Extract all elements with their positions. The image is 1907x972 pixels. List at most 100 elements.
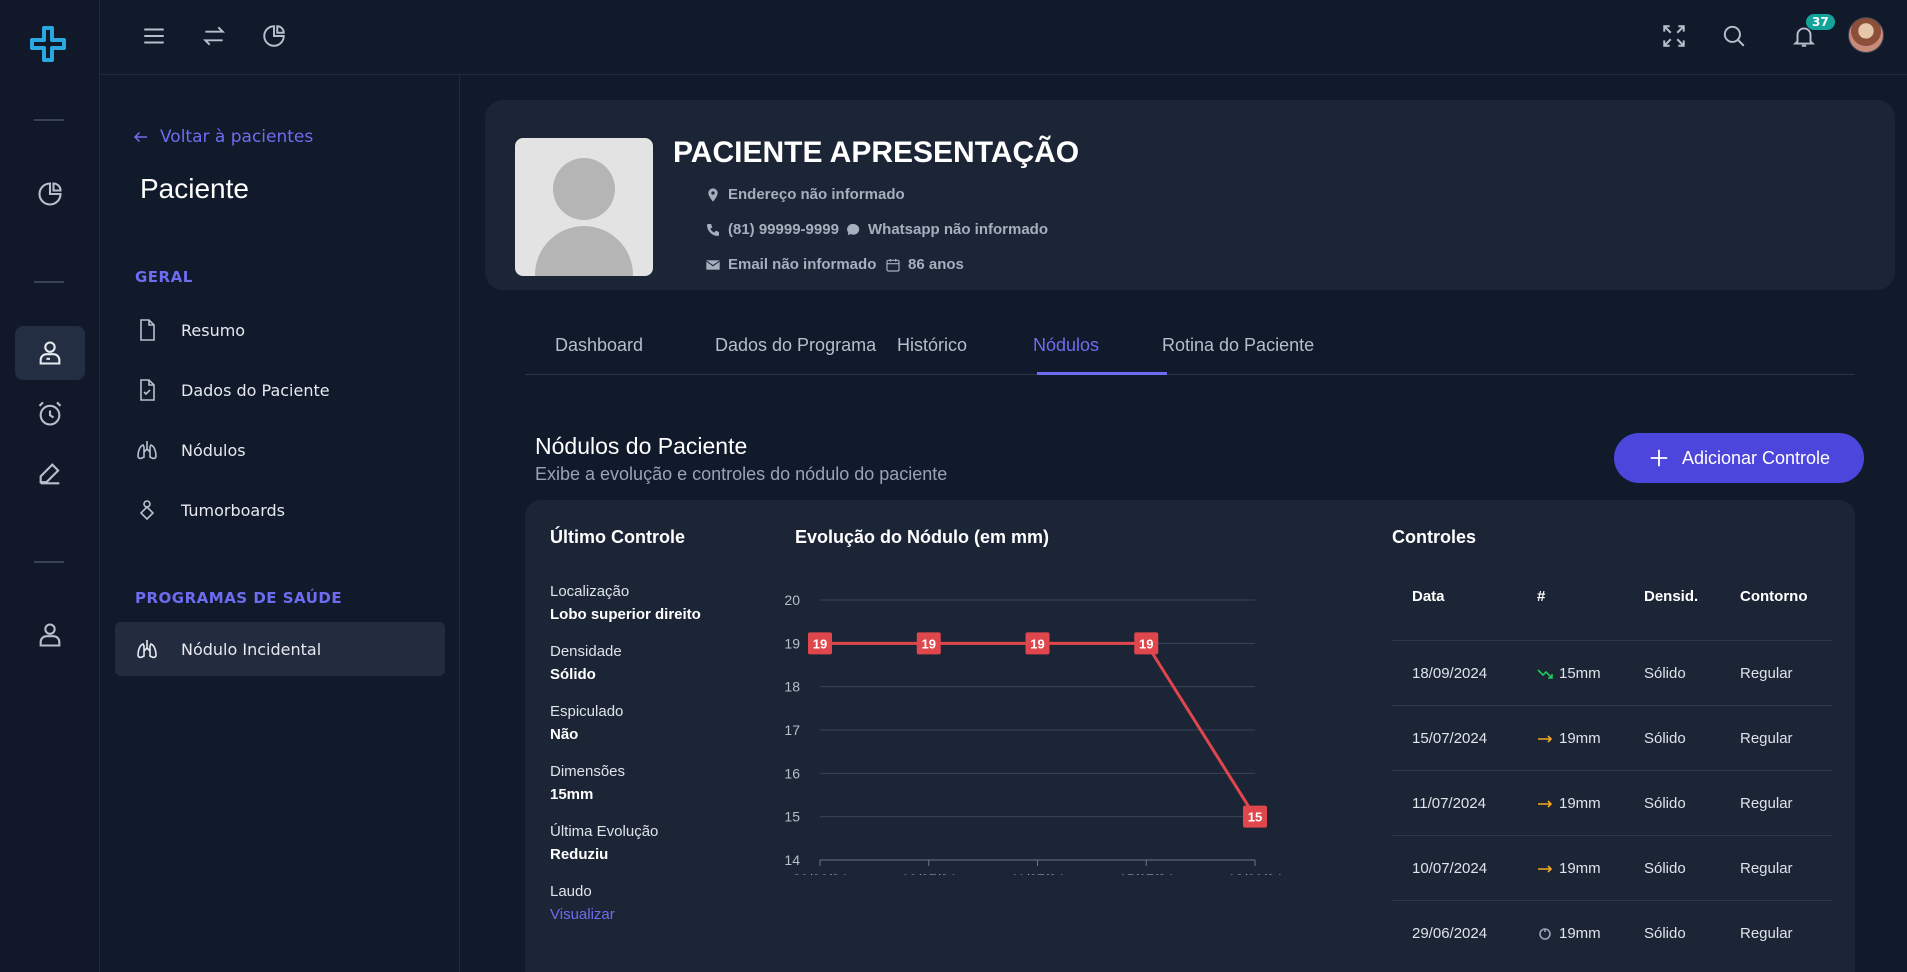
- tab-dados-programa[interactable]: Dados do Programa: [715, 335, 876, 356]
- trend-stable-icon: [1537, 798, 1553, 810]
- field-label: Densidade: [550, 643, 622, 660]
- sidebar-title: Paciente: [140, 173, 249, 204]
- cell-date: 18/09/2024: [1412, 665, 1488, 682]
- nodule-evolution-chart: 14 15 16 17 18 19 20 29/06/24 10/07/24 11/07/24 15…: [784, 592, 1283, 875]
- back-link-label: Voltar à pacientes: [160, 127, 314, 147]
- sidebar-item-nodulo-incidental[interactable]: Nódulo Incidental: [115, 622, 445, 676]
- section-label-general: GERAL: [135, 268, 193, 286]
- table-row[interactable]: 11/07/2024 19mm Sólido Regular: [1392, 770, 1832, 835]
- main-content: PACIENTE APRESENTAÇÃO Endereço não infor…: [460, 75, 1907, 972]
- sidebar-item-tumorboards[interactable]: Tumorboards: [115, 483, 445, 537]
- add-control-label: Adicionar Controle: [1681, 447, 1831, 468]
- sidebar-item-dados-paciente[interactable]: Dados do Paciente: [115, 363, 445, 417]
- data-label: 19: [1030, 636, 1044, 651]
- patient-tabs: Dashboard Dados do Programa Histórico Nó…: [525, 335, 1855, 375]
- lungs-icon: [137, 640, 157, 659]
- last-control-title: Último Controle: [550, 527, 685, 547]
- cell-size: 19mm: [1537, 925, 1601, 942]
- section-label-programs: PROGRAMAS DE SAÚDE: [135, 589, 343, 607]
- tab-historico[interactable]: Histórico: [897, 335, 967, 356]
- cell-date: 29/06/2024: [1412, 925, 1488, 942]
- lungs-icon: [137, 441, 157, 460]
- first-measure-icon: [1537, 927, 1553, 940]
- icon-rail: [0, 0, 100, 972]
- y-tick-label: 19: [784, 635, 800, 651]
- patient-phone: (81) 99999-9999: [705, 221, 839, 238]
- cell-contour: Regular: [1740, 925, 1793, 942]
- sidebar-item-label: Nódulos: [181, 440, 246, 460]
- field-label: Espiculado: [550, 703, 624, 720]
- patient-email: Email não informado: [705, 256, 876, 273]
- nodule-card: Último Controle Localização Lobo superio…: [525, 500, 1855, 972]
- data-label: 19: [922, 636, 936, 651]
- sidebar-item-resumo[interactable]: Resumo: [115, 303, 445, 357]
- cell-contour: Regular: [1740, 860, 1793, 877]
- field-value: Não: [550, 726, 579, 743]
- field-label: Dimensões: [550, 763, 626, 780]
- rail-user-icon[interactable]: [15, 608, 85, 662]
- cell-size: 15mm: [1537, 665, 1601, 682]
- chat-bubble-icon: [847, 223, 860, 235]
- patient-profile-card: PACIENTE APRESENTAÇÃO Endereço não infor…: [485, 100, 1895, 290]
- swap-icon[interactable]: [198, 20, 230, 52]
- location-pin-icon: [708, 187, 718, 202]
- cell-density: Sólido: [1644, 925, 1686, 942]
- y-tick-label: 15: [784, 809, 800, 825]
- cell-density: Sólido: [1644, 795, 1686, 812]
- rail-alarm-icon[interactable]: [15, 387, 85, 441]
- active-tab-indicator: [1037, 372, 1167, 375]
- envelope-icon: [706, 259, 720, 270]
- add-control-button[interactable]: Adicionar Controle: [1614, 433, 1864, 483]
- rail-patients-icon[interactable]: [15, 326, 85, 380]
- table-row[interactable]: 29/06/2024 19mm Sólido Regular: [1392, 900, 1832, 965]
- data-label: 19: [813, 636, 827, 651]
- x-tick-label: 11/07/24: [1011, 871, 1065, 875]
- x-tick-label: 18/09/24: [1228, 871, 1283, 875]
- document-check-icon: [140, 379, 155, 401]
- field-value: Reduziu: [550, 846, 609, 863]
- cell-date: 10/07/2024: [1412, 860, 1488, 877]
- cell-contour: Regular: [1740, 795, 1793, 812]
- field-value: Sólido: [550, 666, 596, 683]
- field-label: Localização: [550, 583, 630, 600]
- view-report-link[interactable]: Visualizar: [550, 906, 615, 923]
- sidebar-item-label: Nódulo Incidental: [181, 639, 322, 659]
- fullscreen-icon[interactable]: [1658, 20, 1690, 52]
- data-label: 19: [1139, 636, 1153, 651]
- document-icon: [140, 319, 155, 341]
- column-header: Densid.: [1644, 588, 1699, 605]
- notification-count-badge: 37: [1806, 14, 1835, 30]
- sidebar-item-nodulos[interactable]: Nódulos: [115, 423, 445, 477]
- table-row[interactable]: 10/07/2024 19mm Sólido Regular: [1392, 835, 1832, 900]
- cell-density: Sólido: [1644, 665, 1686, 682]
- tab-nodulos[interactable]: Nódulos: [1033, 335, 1099, 356]
- field-label: Última Evolução: [550, 823, 659, 840]
- back-to-patients-link[interactable]: Voltar à pacientes: [132, 127, 313, 147]
- patient-sidebar: Voltar à pacientes Paciente GERAL Resumo…: [100, 75, 460, 972]
- y-tick-label: 20: [784, 592, 800, 608]
- table-row[interactable]: 18/09/2024 15mm Sólido Regular: [1392, 640, 1832, 705]
- field-label: Laudo: [550, 883, 592, 900]
- rail-divider: [34, 119, 64, 121]
- trend-stable-icon: [1537, 733, 1553, 745]
- cell-date: 15/07/2024: [1412, 730, 1488, 747]
- app-logo-icon[interactable]: [26, 24, 72, 66]
- patient-photo-placeholder: [515, 138, 653, 276]
- sidebar-item-label: Dados do Paciente: [181, 380, 330, 400]
- x-tick-label: 10/07/24: [902, 871, 957, 875]
- tab-rotina-paciente[interactable]: Rotina do Paciente: [1162, 335, 1314, 356]
- column-header: Data: [1412, 588, 1445, 605]
- y-tick-label: 17: [784, 722, 800, 738]
- menu-icon[interactable]: [138, 20, 170, 52]
- search-icon[interactable]: [1718, 20, 1750, 52]
- table-row[interactable]: 15/07/2024 19mm Sólido Regular: [1392, 705, 1832, 770]
- pie-chart-icon[interactable]: [258, 20, 290, 52]
- top-bar: 37: [100, 0, 1907, 75]
- user-avatar[interactable]: [1848, 17, 1884, 53]
- rail-dashboard-icon[interactable]: [15, 167, 85, 221]
- notifications-bell-icon[interactable]: 37: [1788, 14, 1835, 52]
- tab-dashboard[interactable]: Dashboard: [555, 335, 643, 356]
- data-label: 15: [1248, 810, 1262, 825]
- rail-edit-icon[interactable]: [15, 447, 85, 501]
- controls-title: Controles: [1392, 527, 1477, 547]
